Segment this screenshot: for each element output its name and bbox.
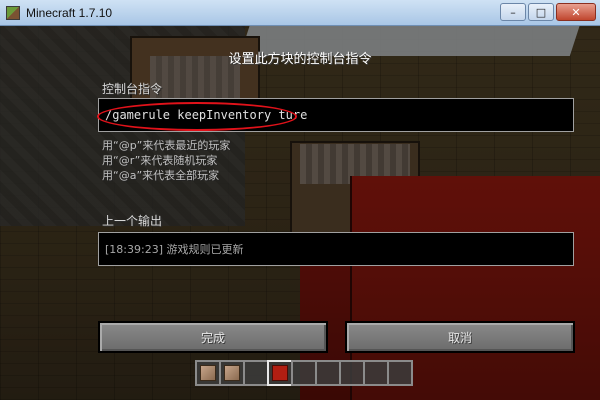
window-titlebar: Minecraft 1.7.10 – □ ✕ (0, 0, 600, 26)
selector-hints: 用“@p”来代表最近的玩家 用“@r”来代表随机玩家 用“@a”来代表全部玩家 (102, 138, 230, 183)
hotbar-slot-9[interactable] (387, 360, 413, 386)
maximize-button[interactable]: □ (528, 3, 554, 21)
hotbar-slot-4[interactable] (267, 360, 293, 386)
done-button[interactable]: 完成 (98, 321, 328, 353)
hotbar-slot-3[interactable] (243, 360, 269, 386)
hotbar-slot-2[interactable] (219, 360, 245, 386)
hotbar-slot-1[interactable] (195, 360, 221, 386)
hotbar-slot-8[interactable] (363, 360, 389, 386)
window-controls: – □ ✕ (500, 3, 596, 21)
command-block-icon (200, 365, 216, 381)
previous-output-field: [18:39:23] 游戏规则已更新 (98, 232, 574, 266)
hotbar-slot-5[interactable] (291, 360, 317, 386)
window-title: Minecraft 1.7.10 (26, 5, 113, 20)
hotbar-slot-6[interactable] (315, 360, 341, 386)
hint-nearest-player: 用“@p”来代表最近的玩家 (102, 139, 231, 152)
previous-output-label: 上一个输出 (102, 214, 163, 228)
hint-all-players: 用“@a”来代表全部玩家 (102, 169, 220, 182)
command-input[interactable]: /gamerule keepInventory ture (98, 98, 574, 132)
cancel-button[interactable]: 取消 (345, 321, 575, 353)
command-label: 控制台指令 (102, 82, 163, 96)
hotbar (195, 360, 413, 386)
minimize-button[interactable]: – (500, 3, 526, 21)
hotbar-slot-7[interactable] (339, 360, 365, 386)
minecraft-app-icon (6, 5, 20, 20)
redstone-block-icon (272, 365, 288, 381)
hint-random-player: 用“@r”来代表随机玩家 (102, 154, 218, 167)
close-button[interactable]: ✕ (556, 3, 596, 21)
gui-title: 设置此方块的控制台指令 (228, 52, 372, 67)
command-block-icon (224, 365, 240, 381)
